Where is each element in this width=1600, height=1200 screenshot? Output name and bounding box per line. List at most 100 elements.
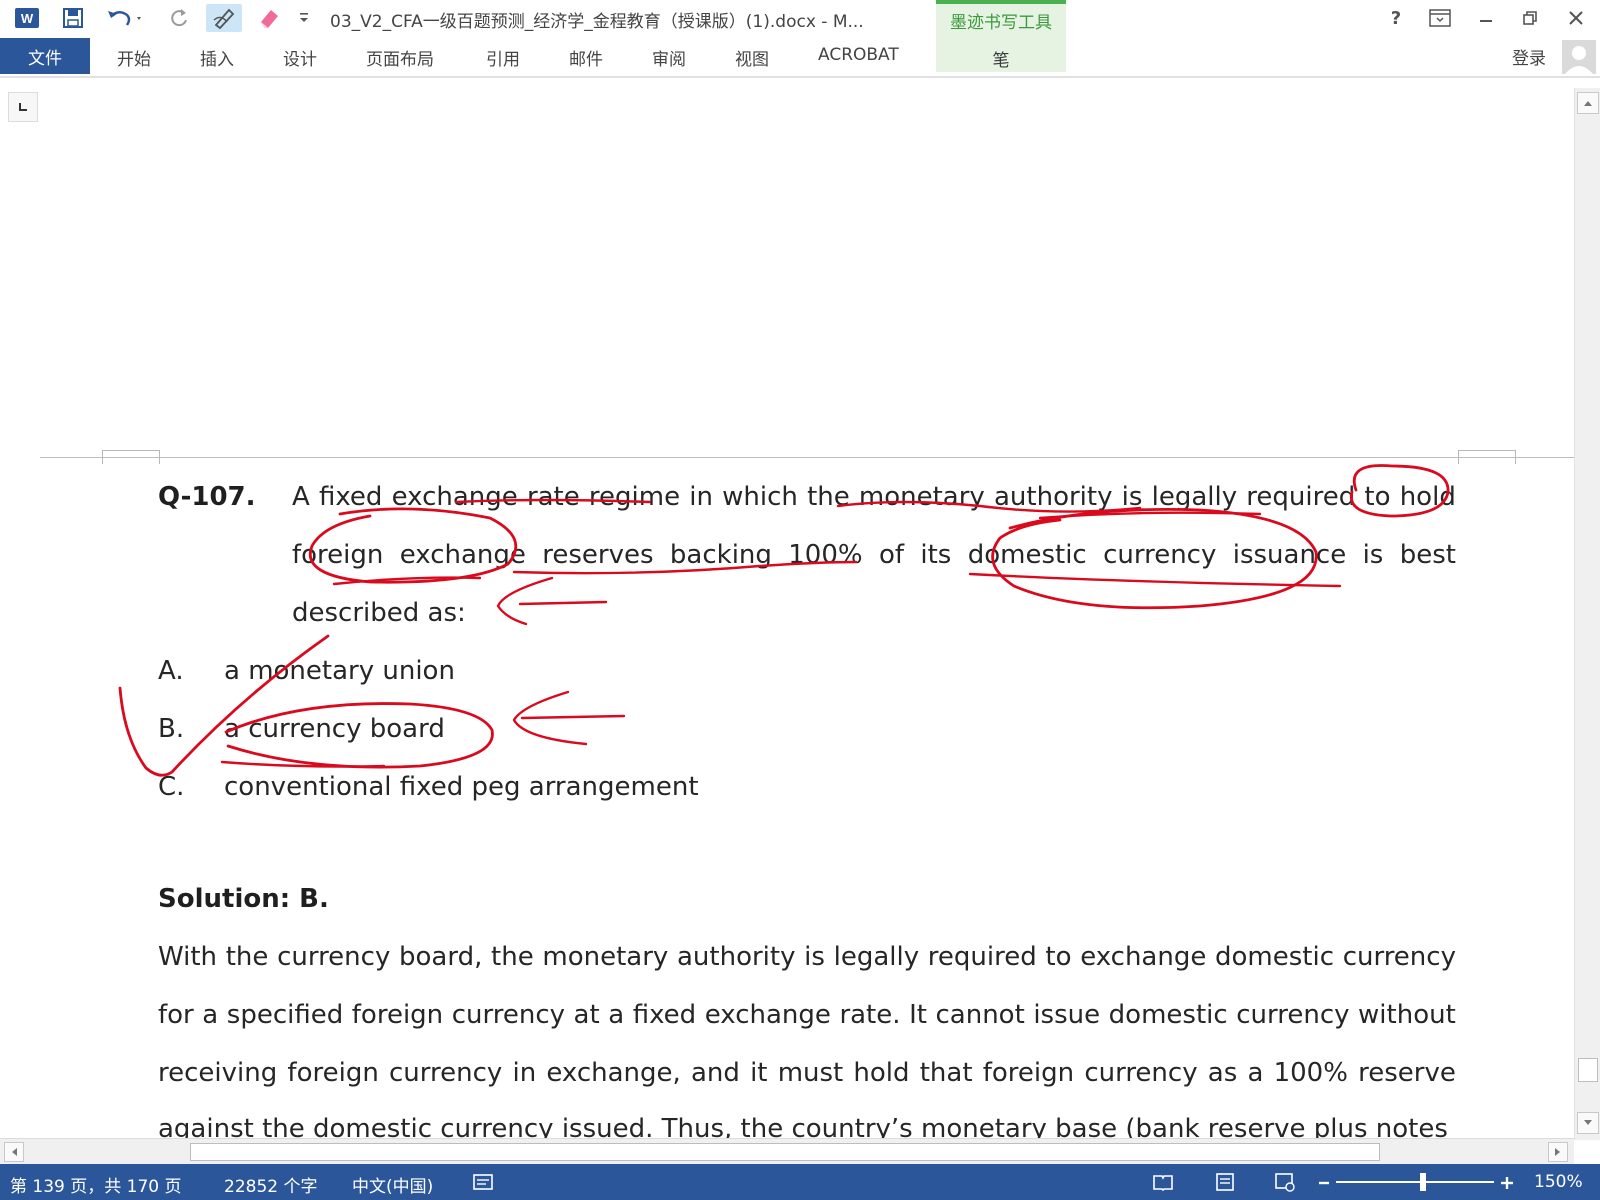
tab-review[interactable]: 审阅 <box>652 45 686 70</box>
ribbon-tabs: 文件 开始 插入 设计 页面布局 引用 邮件 审阅 视图 ACROBAT 登录 <box>0 36 1600 76</box>
tab-design[interactable]: 设计 <box>283 45 317 70</box>
ink-underline-domestic-currency <box>968 572 1342 588</box>
document-title: 03_V2_CFA一级百题预测_经济学_金程教育（授课版）(1).docx - … <box>330 12 864 32</box>
option-c-text: conventional fixed peg arrangement <box>224 772 699 802</box>
word: currency <box>1236 1000 1350 1030</box>
read-mode-icon[interactable] <box>1150 1170 1176 1194</box>
word: required <box>927 942 1037 972</box>
restore-button[interactable] <box>1510 4 1550 32</box>
zoom-level[interactable]: 150% <box>1534 1172 1583 1192</box>
scroll-left-button[interactable] <box>4 1142 24 1162</box>
page-break-line <box>40 457 1574 458</box>
zoom-in-button[interactable] <box>1500 1172 1514 1197</box>
tab-view[interactable]: 视图 <box>735 45 769 70</box>
word: must <box>777 1058 844 1088</box>
word: foreign <box>292 540 384 570</box>
ribbon-display-options-button[interactable] <box>1420 4 1460 32</box>
word: rate. <box>839 1000 901 1030</box>
scroll-right-button[interactable] <box>1548 1142 1568 1162</box>
eraser-icon[interactable] <box>254 4 284 32</box>
left-margin-marker <box>102 450 160 464</box>
horizontal-scroll-thumb[interactable] <box>190 1143 1380 1161</box>
word: to <box>1364 482 1391 512</box>
word: is <box>1121 482 1143 512</box>
pen-icon[interactable] <box>206 4 242 32</box>
question-line-1: Afixed exchange rate regime in which the moneta… <box>292 482 1456 512</box>
word: currency <box>451 1000 565 1030</box>
solution-line-2: for a specified foreign currency at a fixed exch… <box>158 1000 1456 1030</box>
word: the <box>225 942 269 972</box>
print-layout-icon[interactable] <box>1212 1170 1238 1194</box>
word: reserves <box>542 540 654 570</box>
word: regime <box>588 482 681 512</box>
option-b-letter: B. <box>158 714 185 744</box>
horizontal-scrollbar[interactable] <box>0 1138 1574 1164</box>
user-icon <box>1565 46 1593 74</box>
vertical-scroll-thumb[interactable] <box>1578 1058 1598 1082</box>
word: With <box>158 942 218 972</box>
word: hold <box>1399 482 1456 512</box>
minimize-button[interactable] <box>1466 4 1506 32</box>
web-layout-icon[interactable] <box>1272 1170 1298 1194</box>
word: required <box>1246 482 1356 512</box>
word: legally <box>833 942 920 972</box>
language-status[interactable]: 中文(中国) <box>352 1172 433 1197</box>
word: and <box>690 1058 740 1088</box>
tab-stop-selector[interactable] <box>8 92 38 122</box>
plus-icon <box>1501 1177 1513 1189</box>
save-icon[interactable] <box>58 4 88 32</box>
word: fixed <box>318 482 383 512</box>
zoom-slider-thumb[interactable] <box>1420 1173 1426 1191</box>
word: to <box>1045 942 1072 972</box>
word: A <box>292 482 310 512</box>
word: best <box>1399 540 1456 570</box>
word: is <box>804 942 825 972</box>
left-tab-stop-icon <box>19 103 27 111</box>
word: a <box>1247 1058 1264 1088</box>
word: it <box>750 1058 768 1088</box>
context-group-accent <box>936 0 1066 4</box>
vertical-scrollbar[interactable] <box>1574 88 1600 1140</box>
tab-insert[interactable]: 插入 <box>200 45 234 70</box>
word: fixed <box>632 1000 697 1030</box>
tab-mailings[interactable]: 邮件 <box>569 45 603 70</box>
tab-file[interactable]: 文件 <box>0 38 90 74</box>
ribbon-display-icon <box>1429 9 1451 27</box>
scroll-down-button[interactable] <box>1577 1112 1599 1134</box>
word: cannot <box>935 1000 1025 1030</box>
help-button[interactable]: ? <box>1376 4 1416 32</box>
close-button[interactable] <box>1556 4 1596 32</box>
word: of <box>878 540 905 570</box>
tab-home[interactable]: 开始 <box>117 45 151 70</box>
word-count-status[interactable]: 22852 个字 <box>224 1172 317 1197</box>
zoom-out-button[interactable] <box>1318 1172 1330 1197</box>
word: is <box>1362 540 1384 570</box>
status-bar: 第 139 页，共 170 页 22852 个字 中文(中国) 150% <box>0 1164 1600 1200</box>
chevron-up-icon <box>1584 101 1592 106</box>
word: the <box>807 482 850 512</box>
chevron-right-icon <box>1555 1148 1560 1156</box>
tab-page-layout[interactable]: 页面布局 <box>366 45 434 70</box>
word: receiving <box>158 1058 278 1088</box>
customize-toolbar-icon[interactable] <box>294 4 314 32</box>
tab-references[interactable]: 引用 <box>486 45 520 70</box>
solution-line-3: receiving foreign currency in exchange, and it… <box>158 1058 1456 1088</box>
proofing-icon[interactable] <box>470 1170 496 1194</box>
document-canvas[interactable]: Q-107. Afixed exchange rate regime in which th… <box>0 78 1574 1138</box>
sign-in-link[interactable]: 登录 <box>1512 44 1546 69</box>
ink-underline-foreign-exchange <box>332 576 482 586</box>
word: authority <box>676 942 796 972</box>
word-logo-icon[interactable]: W <box>12 4 42 32</box>
redo-icon[interactable] <box>164 4 194 32</box>
undo-icon[interactable] <box>102 4 148 32</box>
page-count-status[interactable]: 第 139 页，共 170 页 <box>10 1172 182 1197</box>
word: rate <box>526 482 580 512</box>
avatar[interactable] <box>1562 40 1596 74</box>
tab-acrobat[interactable]: ACROBAT <box>818 45 899 65</box>
word: its <box>920 540 952 570</box>
word: issuance <box>1232 540 1347 570</box>
scroll-up-button[interactable] <box>1577 92 1599 114</box>
question-number: Q-107. <box>158 482 256 512</box>
zoom-slider-track[interactable] <box>1336 1181 1494 1183</box>
solution-line-4: against the domestic currency issued. Th… <box>158 1114 1448 1138</box>
